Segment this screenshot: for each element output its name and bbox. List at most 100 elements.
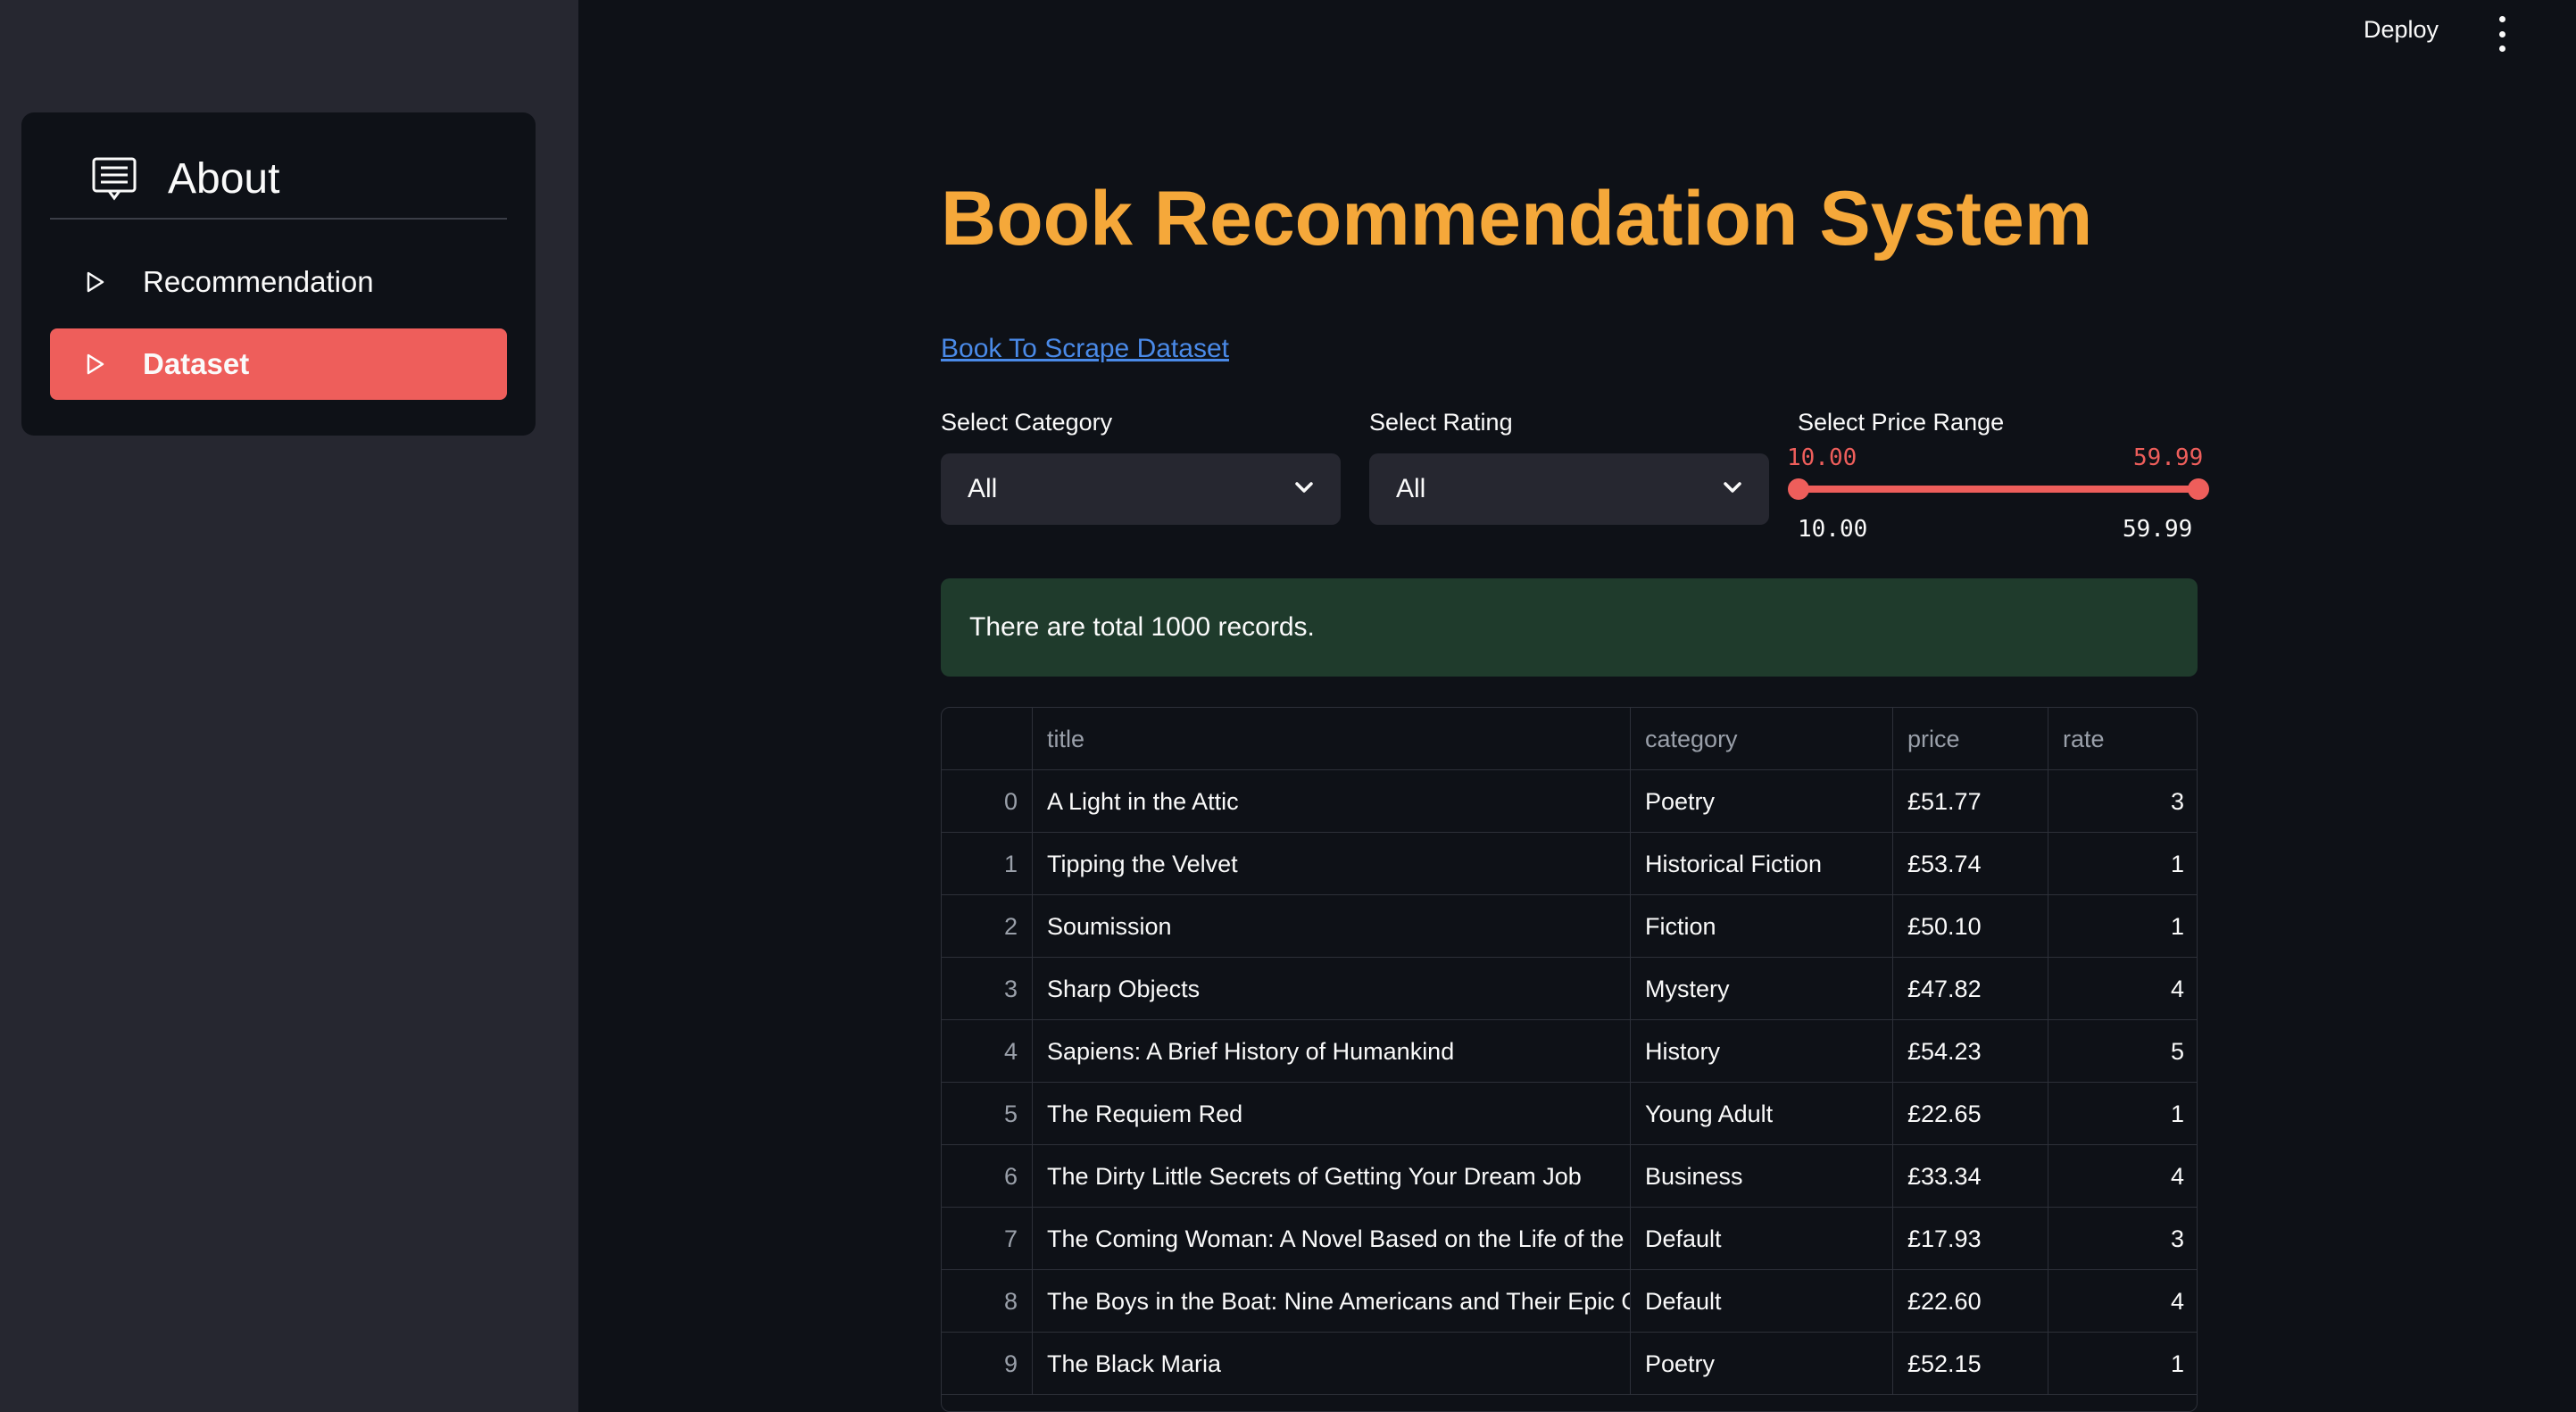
row-index[interactable]: 6 (942, 1145, 1033, 1208)
cell-category[interactable]: History (1631, 1020, 1893, 1083)
price-range-label: Select Price Range (1798, 409, 2005, 436)
cell-title[interactable]: The Dirty Little Secrets of Getting Your… (1033, 1145, 1631, 1208)
cell-category[interactable]: Historical Fiction (1631, 833, 1893, 895)
play-triangle-icon (86, 267, 116, 297)
sidebar-item-dataset[interactable]: Dataset (50, 328, 507, 400)
row-index[interactable]: 1 (942, 833, 1033, 895)
document-list-icon (91, 154, 141, 203)
cell-price[interactable]: £47.82 (1893, 958, 2048, 1020)
cell-rate[interactable]: 3 (2048, 770, 2197, 833)
cell-price[interactable]: £33.34 (1893, 1145, 2048, 1208)
cell-price[interactable]: £54.23 (1893, 1020, 2048, 1083)
nav-menu: About Recommendation Dataset (21, 112, 536, 436)
table-row[interactable]: 8 The Boys in the Boat: Nine Americans an… (942, 1270, 2197, 1333)
play-triangle-icon (86, 349, 116, 379)
category-select[interactable]: All (941, 453, 1341, 525)
row-index[interactable]: 9 (942, 1333, 1033, 1395)
records-alert: There are total 1000 records. (941, 578, 2198, 677)
table-row[interactable]: 6 The Dirty Little Secrets of Getting You… (942, 1145, 2197, 1208)
cell-title[interactable]: Tipping the Velvet (1033, 833, 1631, 895)
cell-rate[interactable]: 4 (2048, 1145, 2197, 1208)
cell-title[interactable]: The Requiem Red (1033, 1083, 1631, 1145)
deploy-button[interactable]: Deploy (2364, 16, 2439, 44)
cell-rate[interactable]: 1 (2048, 833, 2197, 895)
table-header: title category price rate (942, 708, 2197, 770)
cell-rate[interactable]: 4 (2048, 1270, 2197, 1333)
page-title: Book Recommendation System (941, 176, 2093, 262)
cell-title[interactable]: The Boys in the Boat: Nine Americans and… (1033, 1270, 1631, 1333)
table-row[interactable]: 0A Light in the Attic Poetry £51.77 3 (942, 770, 2197, 833)
cell-rate[interactable]: 5 (2048, 1020, 2197, 1083)
cell-price[interactable]: £50.10 (1893, 895, 2048, 958)
nav-header: About (50, 143, 507, 214)
table-row[interactable]: 2 Soumission Fiction £50.10 1 (942, 895, 2197, 958)
cell-price[interactable]: £22.65 (1893, 1083, 2048, 1145)
cell-category[interactable]: Default (1631, 1208, 1893, 1270)
cell-rate[interactable]: 3 (2048, 1208, 2197, 1270)
cell-category[interactable]: Young Adult (1631, 1083, 1893, 1145)
cell-rate[interactable]: 4 (2048, 958, 2197, 1020)
column-header-category[interactable]: category (1631, 708, 1893, 770)
cell-title[interactable]: A Light in the Attic (1033, 770, 1631, 833)
table-row[interactable]: 4 Sapiens: A Brief History of Humankind Hi… (942, 1020, 2197, 1083)
cell-price[interactable]: £22.60 (1893, 1270, 2048, 1333)
cell-rate[interactable]: 1 (2048, 1333, 2197, 1395)
cell-title[interactable]: Sapiens: A Brief History of Humankind (1033, 1020, 1631, 1083)
row-index[interactable]: 3 (942, 958, 1033, 1020)
price-high-value: 59.99 (2133, 444, 2204, 471)
dataset-link[interactable]: Book To Scrape Dataset (941, 334, 1229, 364)
category-label: Select Category (941, 409, 1113, 436)
rating-select[interactable]: All (1369, 453, 1769, 525)
sidebar-item-label: Recommendation (143, 265, 374, 298)
column-header-title[interactable]: title (1033, 708, 1631, 770)
cell-category[interactable]: Business (1631, 1145, 1893, 1208)
price-low-value: 10.00 (1787, 444, 1857, 471)
row-index[interactable]: 8 (942, 1270, 1033, 1333)
cell-title[interactable]: Sharp Objects (1033, 958, 1631, 1020)
nav-divider (50, 218, 507, 220)
kebab-menu-icon[interactable] (2489, 16, 2515, 52)
cell-title[interactable]: The Coming Woman: A Novel Based on the L… (1033, 1208, 1631, 1270)
category-select-value: All (968, 474, 998, 503)
price-slider-high-handle[interactable] (2188, 478, 2209, 500)
table-row[interactable]: 5 The Requiem Red Young Adult £22.65 1 (942, 1083, 2197, 1145)
cell-rate[interactable]: 1 (2048, 1083, 2197, 1145)
row-index[interactable]: 7 (942, 1208, 1033, 1270)
cell-title[interactable]: Soumission (1033, 895, 1631, 958)
cell-category[interactable]: Poetry (1631, 770, 1893, 833)
sidebar: About Recommendation Dataset (0, 0, 578, 1412)
chevron-down-icon (1294, 481, 1314, 498)
row-index[interactable]: 2 (942, 895, 1033, 958)
cell-price[interactable]: £53.74 (1893, 833, 2048, 895)
nav-header-label: About (168, 154, 280, 203)
sidebar-item-recommendation[interactable]: Recommendation (50, 246, 507, 318)
cell-rate[interactable]: 1 (2048, 895, 2197, 958)
table-row[interactable]: 1 Tipping the Velvet Historical Fiction £53… (942, 833, 2197, 895)
cell-category[interactable]: Fiction (1631, 895, 1893, 958)
price-slider-track[interactable] (1798, 486, 2198, 493)
data-table[interactable]: title category price rate 0A Light in th… (941, 707, 2198, 1412)
sidebar-item-label: Dataset (143, 347, 250, 380)
row-index[interactable]: 5 (942, 1083, 1033, 1145)
price-max-label: 59.99 (2123, 516, 2193, 543)
cell-price[interactable]: £17.93 (1893, 1208, 2048, 1270)
cell-price[interactable]: £52.15 (1893, 1333, 2048, 1395)
table-row[interactable]: 9 The Black Maria Poetry £52.15 1 (942, 1333, 2197, 1395)
rating-label: Select Rating (1369, 409, 1513, 436)
row-index[interactable]: 0 (942, 770, 1033, 833)
column-header-rate[interactable]: rate (2048, 708, 2197, 770)
records-alert-text: There are total 1000 records. (969, 612, 1315, 642)
table-row[interactable]: 7 The Coming Woman: A Novel Based on the … (942, 1208, 2197, 1270)
cell-category[interactable]: Mystery (1631, 958, 1893, 1020)
rating-select-value: All (1396, 474, 1426, 503)
price-slider-low-handle[interactable] (1788, 478, 1809, 500)
cell-title[interactable]: The Black Maria (1033, 1333, 1631, 1395)
cell-price[interactable]: £51.77 (1893, 770, 2048, 833)
price-min-label: 10.00 (1798, 516, 1868, 543)
cell-category[interactable]: Default (1631, 1270, 1893, 1333)
column-header-price[interactable]: price (1893, 708, 2048, 770)
chevron-down-icon (1723, 481, 1742, 498)
table-row[interactable]: 3 Sharp Objects Mystery £47.82 4 (942, 958, 2197, 1020)
cell-category[interactable]: Poetry (1631, 1333, 1893, 1395)
row-index[interactable]: 4 (942, 1020, 1033, 1083)
